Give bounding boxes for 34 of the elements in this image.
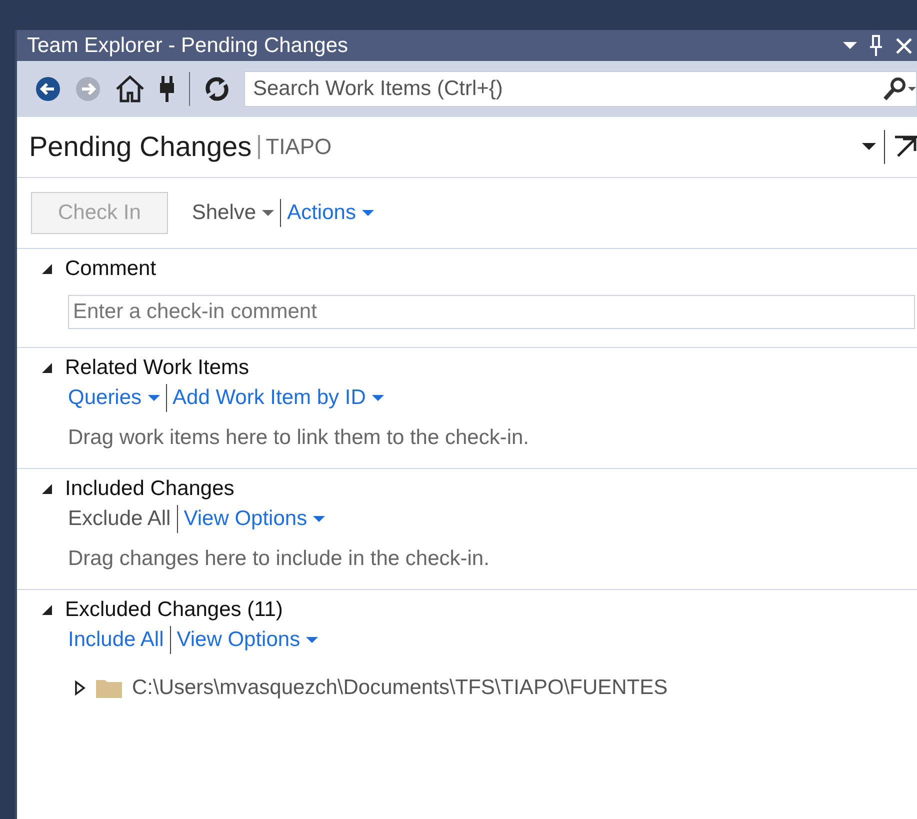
dropdown-link[interactable]: View Options <box>176 628 318 652</box>
folder-path[interactable]: C:\Users\mvasquezch\Documents\TFS\TIAPO\FUENTES <box>132 676 668 700</box>
hint-text: Drag work items here to link them to the check-in. <box>68 426 530 450</box>
hint-text: Drag changes here to include in the check-in. <box>68 547 490 571</box>
folder-icon <box>96 678 122 698</box>
section-title[interactable]: Included Changes <box>65 477 234 501</box>
back-icon[interactable] <box>35 76 61 102</box>
undock-icon[interactable] <box>893 135 917 159</box>
plug-icon[interactable] <box>159 75 175 103</box>
caret-icon[interactable] <box>862 143 876 151</box>
page-title: Pending Changes <box>29 131 252 163</box>
collapse-icon[interactable] <box>41 483 53 495</box>
dropdown-link[interactable]: Shelve <box>192 201 274 225</box>
section-title[interactable]: Excluded Changes (11) <box>65 598 283 622</box>
section-title[interactable]: Related Work Items <box>65 356 250 380</box>
home-icon[interactable] <box>115 75 145 103</box>
expand-icon[interactable] <box>74 680 86 696</box>
dropdown-link[interactable]: Actions <box>287 201 374 225</box>
window-title: Team Explorer - Pending Changes <box>27 34 350 58</box>
collapse-icon[interactable] <box>41 604 53 616</box>
collapse-icon[interactable] <box>41 263 53 275</box>
action-link[interactable]: Include All <box>68 628 164 652</box>
comment-field[interactable]: Enter a check-in comment <box>68 295 915 329</box>
collapse-icon[interactable] <box>41 362 53 374</box>
refresh-icon[interactable] <box>204 76 230 102</box>
dropdown-link[interactable]: View Options <box>184 507 326 531</box>
pin-icon[interactable] <box>869 34 883 56</box>
section-title[interactable]: Comment <box>65 257 156 281</box>
project-name: TIAPO <box>258 135 332 159</box>
action-link[interactable]: Exclude All <box>68 507 171 531</box>
dropdown-link[interactable]: Add Work Item by ID <box>172 386 384 410</box>
close-icon[interactable] <box>895 36 913 54</box>
dropdown-icon[interactable] <box>843 42 857 50</box>
dropdown-link[interactable]: Queries <box>68 386 160 410</box>
